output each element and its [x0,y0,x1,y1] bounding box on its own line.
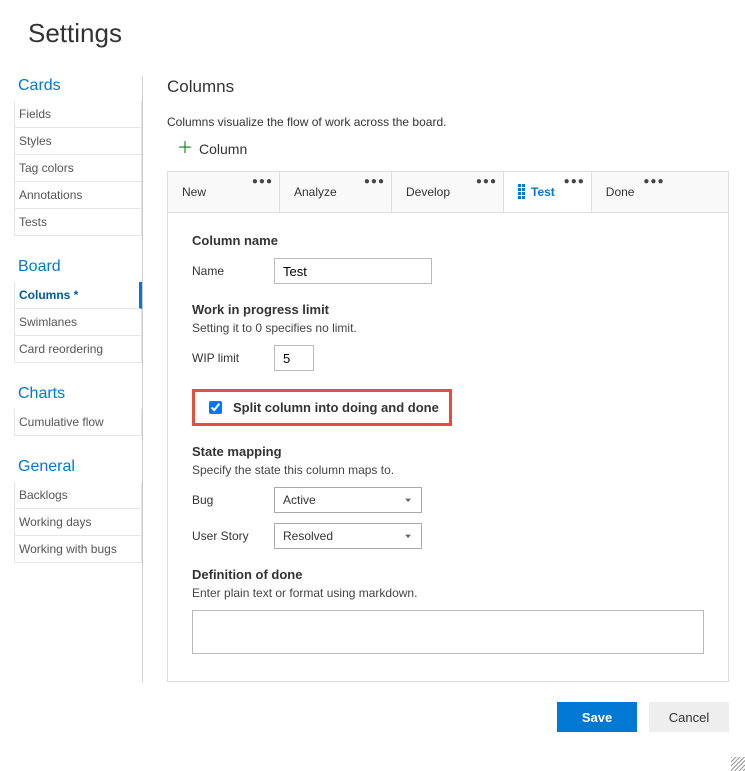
wip-label: WIP limit [192,351,258,365]
page-title: Settings [0,0,745,49]
dod-textarea[interactable] [192,610,704,654]
tab-label: Test [531,185,555,199]
column-config-panel: Column name Name Work in progress limit … [167,212,729,682]
save-button[interactable]: Save [557,702,637,732]
more-icon[interactable]: ●●● [476,176,497,187]
sidebar: CardsFieldsStylesTag colorsAnnotationsTe… [14,77,143,682]
sidebar-item[interactable]: Tests [14,209,142,236]
chevron-down-icon: ▼ [403,497,413,504]
column-name-heading: Column name [192,233,704,248]
column-tab[interactable]: Test ●●● [504,172,592,212]
footer: Save Cancel [0,682,745,756]
sidebar-item[interactable]: Backlogs [14,482,142,509]
select-value: Resolved [283,529,333,543]
column-tab[interactable]: New ●●● [168,172,280,212]
resize-grip-icon[interactable] [731,757,745,771]
section-intro: Columns visualize the flow of work acros… [167,115,729,129]
tab-label: Analyze [294,185,337,199]
sidebar-heading: General [14,458,142,482]
sidebar-heading: Cards [14,77,142,101]
plus-icon: ＋ [177,141,193,157]
wip-sub: Setting it to 0 specifies no limit. [192,321,704,335]
sidebar-item[interactable]: Swimlanes [14,309,142,336]
sidebar-item[interactable]: Fields [14,101,142,128]
dod-sub: Enter plain text or format using markdow… [192,586,704,600]
split-column-label: Split column into doing and done [233,400,439,415]
column-tab[interactable]: Done ●●● [592,172,671,212]
select-value: Active [283,493,316,507]
state-mapping-label: User Story [192,529,258,543]
wip-limit-input[interactable] [274,345,314,371]
sidebar-item[interactable]: Styles [14,128,142,155]
dod-heading: Definition of done [192,567,704,582]
sidebar-heading: Charts [14,385,142,409]
state-mapping-label: Bug [192,493,258,507]
column-tab[interactable]: Develop ●●● [392,172,504,212]
column-name-input[interactable] [274,258,432,284]
more-icon[interactable]: ●●● [564,176,585,187]
split-column-row[interactable]: Split column into doing and done [192,389,452,426]
main-panel: Columns Columns visualize the flow of wo… [143,77,745,682]
state-mapping-select[interactable]: Active ▼ [274,487,422,513]
tab-label: Develop [406,185,450,199]
chevron-down-icon: ▼ [403,533,413,540]
sidebar-item[interactable]: Card reordering [14,336,142,363]
state-mapping-sub: Specify the state this column maps to. [192,463,704,477]
state-mapping-select[interactable]: Resolved ▼ [274,523,422,549]
sidebar-item[interactable]: Columns * [14,282,142,309]
tab-label: New [182,185,206,199]
more-icon[interactable]: ●●● [364,176,385,187]
name-label: Name [192,264,258,278]
tab-label: Done [606,185,635,199]
wip-heading: Work in progress limit [192,302,704,317]
section-title: Columns [167,77,729,97]
sidebar-item[interactable]: Annotations [14,182,142,209]
add-column-button[interactable]: ＋ Column [167,137,729,171]
cancel-button[interactable]: Cancel [649,702,729,732]
split-column-checkbox[interactable] [209,401,222,414]
sidebar-item[interactable]: Working with bugs [14,536,142,563]
sidebar-item[interactable]: Cumulative flow [14,409,142,436]
drag-handle-icon[interactable] [518,184,525,199]
sidebar-heading: Board [14,258,142,282]
state-mapping-heading: State mapping [192,444,704,459]
more-icon[interactable]: ●●● [643,176,664,187]
more-icon[interactable]: ●●● [252,176,273,187]
add-column-label: Column [199,141,247,157]
column-tab-row: New ●●● Analyze ●●● Develop ●●● Test ●●● Done ●●● [167,171,729,212]
column-tab[interactable]: Analyze ●●● [280,172,392,212]
sidebar-item[interactable]: Working days [14,509,142,536]
sidebar-item[interactable]: Tag colors [14,155,142,182]
